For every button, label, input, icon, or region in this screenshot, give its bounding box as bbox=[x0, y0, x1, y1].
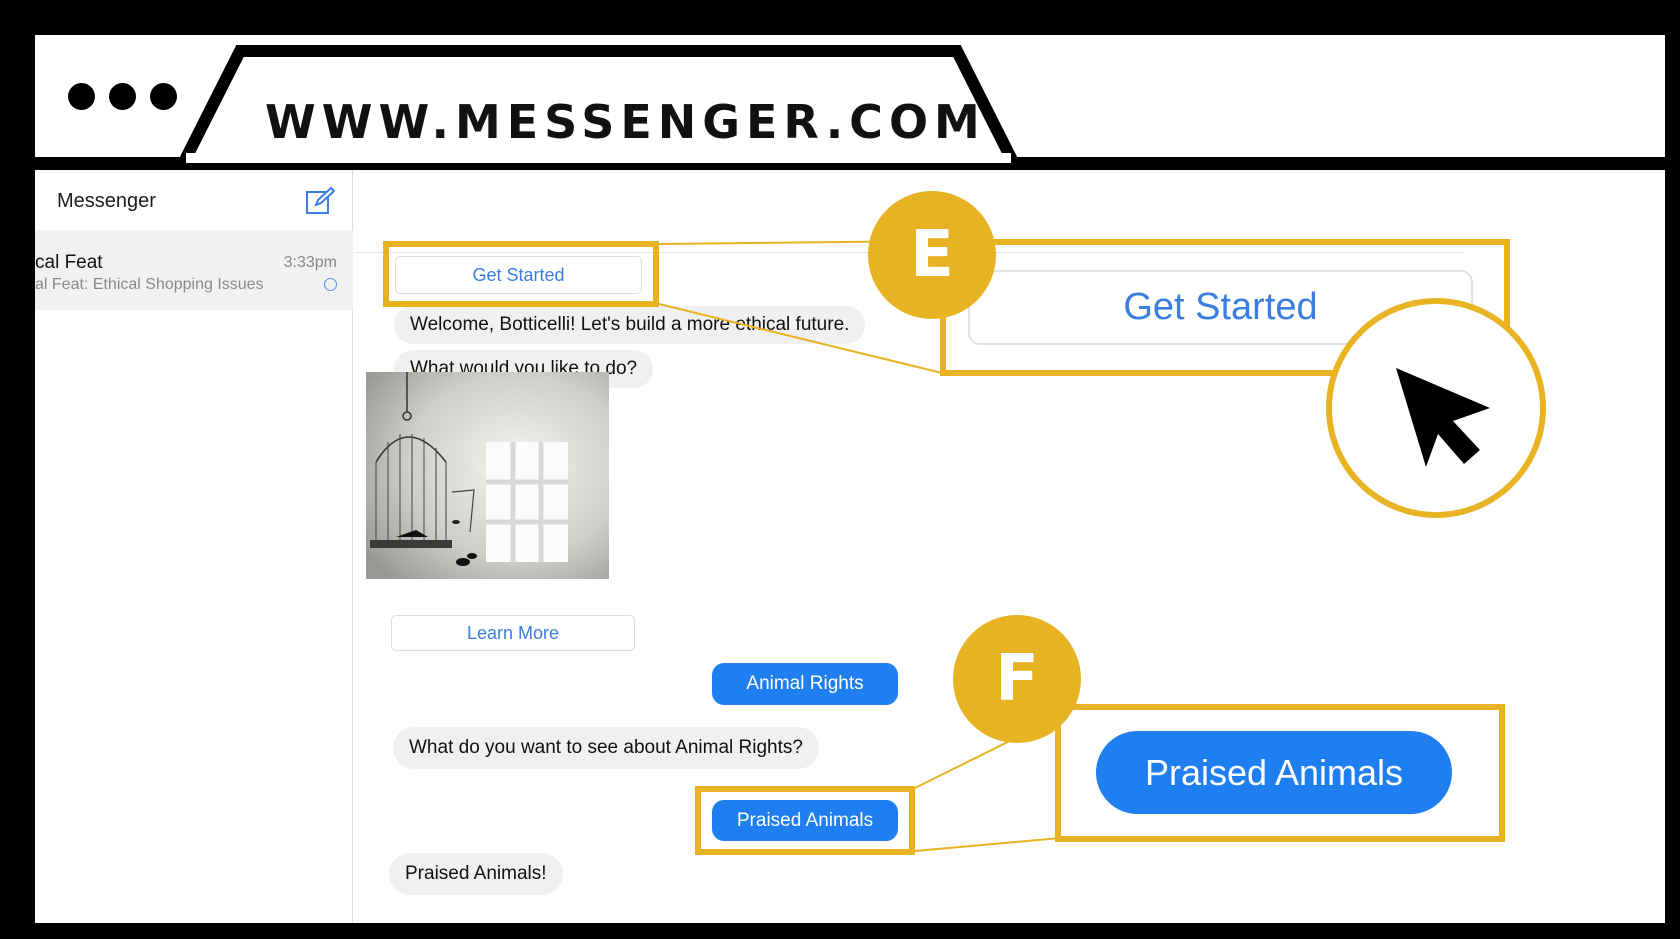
cursor-arrow-icon bbox=[1396, 368, 1490, 467]
cursor-magnifier bbox=[1326, 298, 1546, 518]
zoomed-praised-animals-button: Praised Animals bbox=[1096, 731, 1452, 814]
badge-e: E bbox=[868, 191, 996, 319]
callout-box-f-source bbox=[695, 786, 915, 855]
badge-f: F bbox=[953, 615, 1081, 743]
callout-box-e-source bbox=[383, 241, 659, 307]
